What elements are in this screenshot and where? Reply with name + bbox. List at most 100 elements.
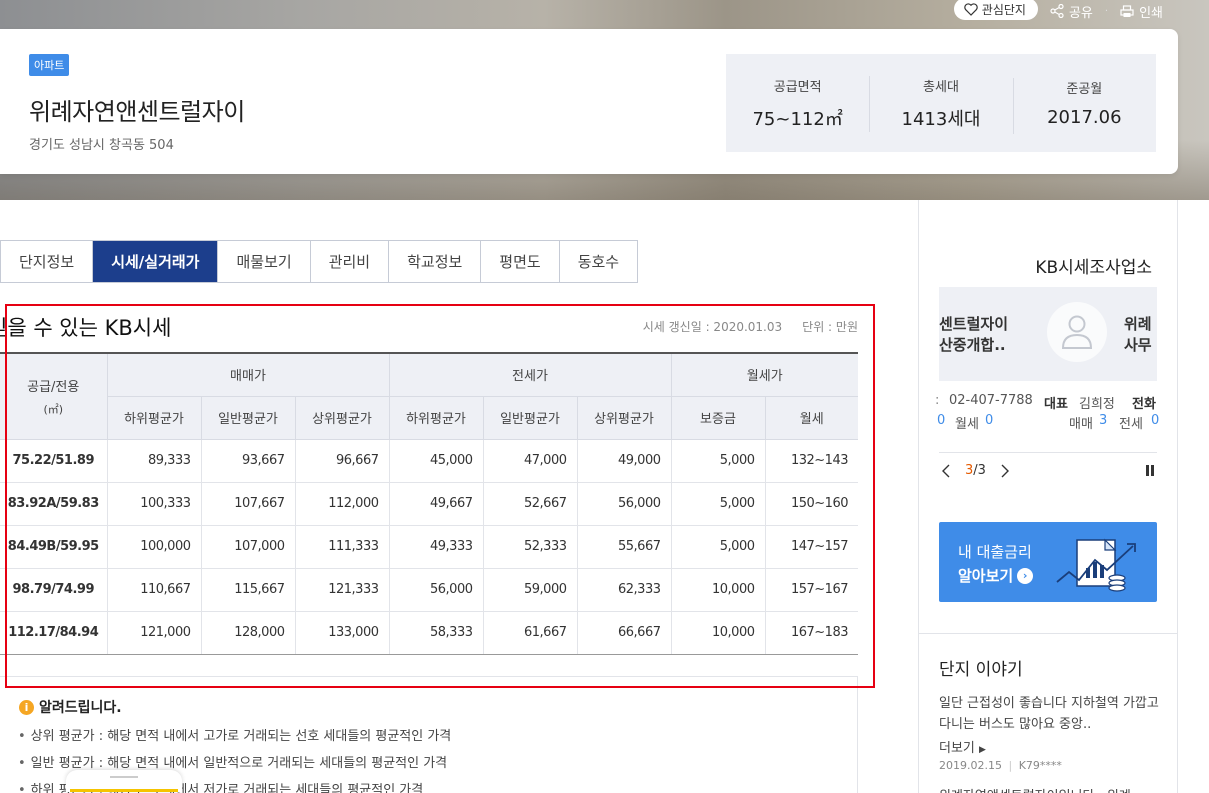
table-cell: 100,333 bbox=[107, 482, 202, 526]
table-cell: 56,000 bbox=[389, 568, 484, 612]
table-cell: 45,000 bbox=[389, 439, 484, 483]
story-next-preview[interactable]: 위례자연앤센트럴자이입니다 . 위례 bbox=[939, 785, 1131, 793]
tab-school-info[interactable]: 학교정보 bbox=[388, 241, 481, 282]
jeonse-count: 0 bbox=[1151, 413, 1160, 428]
table-cell: 115,667 bbox=[201, 568, 296, 612]
rep-name: 김희정 bbox=[1079, 397, 1115, 412]
header-sub: 보증금 bbox=[671, 396, 766, 440]
print-label: 인쇄 bbox=[1139, 5, 1163, 21]
pause-button[interactable] bbox=[1145, 465, 1155, 479]
header-area-label: 공급/전용 bbox=[27, 379, 80, 395]
monthly-count: 0 bbox=[985, 413, 994, 428]
print-button[interactable]: 인쇄 bbox=[1120, 2, 1163, 21]
table-cell: 49,000 bbox=[577, 439, 672, 483]
table-cell: 66,667 bbox=[577, 611, 672, 655]
agency-name-line: 센트럴자이 bbox=[939, 315, 1009, 333]
agency-name-prev: 센트럴자이 산중개합.. bbox=[939, 314, 1008, 356]
tab-unit-numbers[interactable]: 동호수 bbox=[558, 241, 638, 282]
notice-title: i 알려드립니다. bbox=[19, 697, 122, 717]
tab-listings[interactable]: 매물보기 bbox=[217, 241, 310, 282]
tab-maintenance-fee[interactable]: 관리비 bbox=[309, 241, 389, 282]
chevron-left-icon[interactable] bbox=[941, 464, 951, 478]
table-cell: 121,000 bbox=[107, 611, 202, 655]
complex-header-card: 아파트 위례자연앤센트럴자이 경기도 성남시 창곡동 504 공급면적 75~1… bbox=[0, 29, 1178, 174]
table-cell: 5,000 bbox=[671, 439, 766, 483]
tab-complex-info[interactable]: 단지정보 bbox=[0, 241, 93, 282]
notice-title-text: 알려드립니다. bbox=[39, 700, 122, 716]
table-cell: 52,667 bbox=[483, 482, 578, 526]
table-cell: 112.17/84.94 bbox=[0, 611, 108, 655]
stat-label: 총세대 bbox=[923, 79, 959, 95]
separator-dot: · bbox=[1104, 5, 1109, 17]
tel-label: 전화 bbox=[1132, 397, 1156, 412]
table-cell: 10,000 bbox=[671, 611, 766, 655]
favorite-label: 관심단지 bbox=[981, 2, 1026, 17]
tab-floor-plan[interactable]: 평면도 bbox=[480, 241, 559, 282]
stat-supply-area: 공급면적 75~112㎡ bbox=[726, 76, 869, 131]
agency-name-line: 산중개합.. bbox=[939, 336, 1006, 354]
agency-name-current: 위례 사무 bbox=[1124, 314, 1152, 356]
table-cell: 49,667 bbox=[389, 482, 484, 526]
print-icon bbox=[1120, 4, 1134, 17]
stat-value: 2017.06 bbox=[1047, 107, 1122, 128]
table-cell: 52,333 bbox=[483, 525, 578, 569]
complex-name: 위례자연앤센트럴자이 bbox=[29, 98, 245, 126]
jeonse-label: 전세 bbox=[1119, 417, 1143, 432]
story-date: 2019.02.15 bbox=[939, 759, 1002, 772]
story-text[interactable]: 일단 근접성이 좋습니다 지하철역 가깝고다니는 버스도 많아요 중앙.. bbox=[939, 693, 1165, 735]
loan-banner-line2: 알아보기 › bbox=[958, 565, 1034, 586]
table-cell: 111,333 bbox=[295, 525, 390, 569]
table-cell: 47,000 bbox=[483, 439, 578, 483]
header-sub: 상위평균가 bbox=[577, 396, 672, 440]
updated-date: 시세 갱신일 : 2020.01.03 bbox=[642, 320, 783, 334]
share-button[interactable]: 공유 bbox=[1050, 2, 1093, 21]
price-section-title-text: 믿을 수 있는 KB시세 bbox=[0, 316, 172, 340]
table-cell: 89,333 bbox=[107, 439, 202, 483]
story-section-title: 단지 이야기 bbox=[939, 660, 1023, 680]
heart-icon bbox=[964, 2, 978, 16]
stat-completion: 준공월 2017.06 bbox=[1012, 78, 1156, 134]
divider bbox=[939, 452, 1157, 453]
info-icon: i bbox=[19, 699, 34, 715]
agency-name-line: 사무 bbox=[1124, 336, 1152, 354]
table-row: 84.49B/59.95 100,000 107,000 111,333 49,333 5… bbox=[0, 525, 858, 569]
table-cell: 96,667 bbox=[295, 439, 390, 483]
table-cell: 83.92A/59.83 bbox=[0, 482, 108, 526]
table-cell: 107,667 bbox=[201, 482, 296, 526]
stat-value: 1413세대 bbox=[901, 108, 981, 130]
avatar bbox=[1047, 302, 1107, 362]
sale-label: 매매 bbox=[1069, 417, 1093, 432]
separator: | bbox=[1008, 759, 1013, 772]
table-row: 98.79/74.99 110,667 115,667 121,333 56,000 59… bbox=[0, 568, 858, 612]
loan-banner-line1: 내 대출금리 bbox=[958, 543, 1032, 561]
table-cell: 112,000 bbox=[295, 482, 390, 526]
tab-price[interactable]: 시세/실거래가 bbox=[92, 241, 218, 282]
table-cell: 5,000 bbox=[671, 482, 766, 526]
stat-label: 공급면적 bbox=[773, 79, 822, 95]
table-cell: 110,667 bbox=[107, 568, 202, 612]
unit-label: 단위 : 만원 bbox=[802, 320, 858, 334]
stat-value: 75~112㎡ bbox=[752, 108, 843, 130]
header-area-unit: (㎡) bbox=[43, 402, 64, 416]
table-cell: 167~183 bbox=[765, 611, 858, 655]
table-cell: 157~167 bbox=[765, 568, 858, 612]
agency-pager: 3/3 bbox=[941, 463, 1010, 478]
complex-stats: 공급면적 75~112㎡ 총세대 1413세대 준공월 2017.06 bbox=[726, 54, 1156, 152]
price-meta: 시세 갱신일 : 2020.01.03 단위 : 만원 bbox=[643, 318, 858, 335]
loan-rate-banner[interactable]: 내 대출금리 알아보기 › bbox=[939, 522, 1157, 602]
header-sub: 상위평균가 bbox=[295, 396, 390, 440]
price-section-title: 믿을 수 있는 KB시세 bbox=[0, 312, 400, 342]
table-cell: 93,667 bbox=[201, 439, 296, 483]
sale-count: 3 bbox=[1099, 413, 1108, 428]
bottom-drawer-handle[interactable] bbox=[66, 770, 182, 792]
story-more-link[interactable]: 더보기 ▶ bbox=[939, 737, 986, 756]
agency-card[interactable]: 센트럴자이 산중개합.. 위례 사무 bbox=[939, 287, 1157, 381]
table-cell: 100,000 bbox=[107, 525, 202, 569]
prev-count: 0 bbox=[937, 413, 946, 428]
header-group-jeonse: 전세가 bbox=[389, 352, 672, 397]
pause-icon bbox=[1146, 465, 1154, 476]
header-area: 공급/전용 (㎡) bbox=[0, 352, 108, 440]
stat-total-households: 총세대 1413세대 bbox=[869, 75, 1012, 132]
chevron-right-icon[interactable] bbox=[1000, 464, 1010, 478]
favorite-button[interactable]: 관심단지 bbox=[953, 0, 1038, 20]
